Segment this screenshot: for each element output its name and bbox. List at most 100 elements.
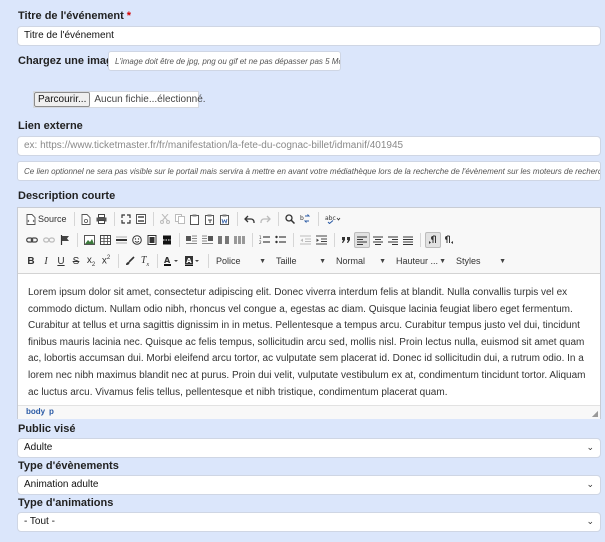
strike-button[interactable]: S [69,253,83,269]
page-break-button[interactable] [160,232,174,248]
maximize-button[interactable] [119,211,133,227]
strike-icon: S [72,255,80,267]
undo-button[interactable] [242,211,257,227]
print-button[interactable] [94,211,109,227]
editor-content[interactable]: Lorem ipsum dolor sit amet, consectetur … [28,285,593,401]
path-body[interactable]: body [26,407,45,416]
rich-text-editor: Source b abc 1 2 B I U S x2 x2 Tx A A Po… [17,207,601,419]
ltr-icon [429,235,436,244]
size-combo[interactable]: Taille ▼ [273,254,329,269]
file-status: Aucun fichie...électionné. [94,94,206,105]
browse-button[interactable]: Parcourir... [34,92,91,107]
bg-color-icon: A [185,256,199,266]
source-button[interactable]: Source [24,211,69,227]
table-button[interactable] [98,232,113,248]
block-columns-button[interactable] [232,232,247,248]
font-combo[interactable]: Police ▼ [213,254,269,269]
link-button[interactable] [24,232,40,248]
indent-button[interactable] [314,232,329,248]
align-right-icon [388,235,398,245]
cut-icon [159,214,170,224]
ltr-button[interactable] [425,232,441,248]
block-center-button[interactable] [216,232,231,248]
numbered-list-button[interactable]: 12 [257,232,272,248]
find-button[interactable] [283,211,297,227]
replace-button[interactable]: b [298,211,313,227]
bold-button[interactable]: B [24,253,38,269]
justify-icon [403,235,413,245]
horizontal-rule-button[interactable] [114,232,129,248]
image-button[interactable] [82,232,97,248]
preview-icon [81,213,90,225]
rtl-button[interactable] [442,232,456,248]
chevron-down-icon: ⌄ [586,442,594,452]
bg-color-button[interactable]: A [183,253,203,269]
link-input[interactable]: ex: https://www.ticketmaster.fr/fr/manif… [17,136,601,156]
required-mark: * [126,10,132,22]
text-color-button[interactable]: A [162,253,182,269]
block-left-button[interactable] [184,232,199,248]
underline-button[interactable]: U [54,253,68,269]
animation-type-select[interactable]: - Tout - ⌄ [17,512,601,532]
block-right-button[interactable] [200,232,215,248]
superscript-button[interactable]: x2 [99,253,113,269]
align-center-button[interactable] [371,232,385,248]
outdent-button[interactable] [298,232,313,248]
copy-format-button[interactable] [123,253,137,269]
toolbar-separator [277,212,279,226]
styles-combo[interactable]: Styles ▼ [453,254,509,269]
editor-toolbar: Source b abc 1 2 B I U S x2 x2 Tx A A Po… [18,208,600,274]
bulleted-list-button[interactable] [273,232,288,248]
justify-button[interactable] [401,232,415,248]
special-char-button[interactable] [145,232,159,248]
chevron-down-icon: ⌄ [586,479,594,489]
resize-handle-icon[interactable]: ◢ [592,409,598,418]
paste-button[interactable] [188,211,202,227]
show-blocks-button[interactable] [134,211,148,227]
public-select[interactable]: Adulte ⌄ [17,438,601,458]
blockquote-button[interactable] [339,232,353,248]
toolbar-separator [73,212,75,226]
preview-button[interactable] [79,211,93,227]
anchor-button[interactable] [58,232,72,248]
smiley-button[interactable] [130,232,144,248]
title-input[interactable]: Titre de l'événement [17,26,601,46]
indent-icon [316,235,327,245]
toolbar-separator [118,254,119,268]
align-left-icon [357,235,367,245]
editor-path-bar: body p ◢ [18,405,600,419]
event-type-select[interactable]: Animation adulte ⌄ [17,475,601,495]
italic-icon: I [44,255,48,267]
desc-label: Description courte [18,190,116,202]
align-right-button[interactable] [386,232,400,248]
cut-button[interactable] [158,211,172,227]
spellcheck-button[interactable]: abc [323,211,343,227]
italic-button[interactable]: I [39,253,53,269]
text-color-icon: A [164,256,178,266]
paste-text-button[interactable] [203,211,217,227]
align-left-button[interactable] [354,232,370,248]
unlink-button[interactable] [41,232,57,248]
format-combo[interactable]: Normal ▼ [333,254,389,269]
line-height-combo[interactable]: Hauteur ... ▼ [393,254,449,269]
paste-icon [189,214,199,225]
smiley-icon [132,235,142,245]
path-p[interactable]: p [49,407,54,416]
omega-icon [147,235,157,245]
chevron-down-icon: ▼ [259,257,266,265]
toolbar-separator [293,233,294,247]
copy-button[interactable] [173,211,187,227]
redo-button[interactable] [258,211,273,227]
paste-word-button[interactable] [218,211,232,227]
superscript-icon: x2 [101,255,111,267]
chevron-down-icon: ⌄ [586,516,594,526]
toolbar-separator [334,233,335,247]
image-icon [84,235,95,245]
svg-text:2: 2 [259,240,262,245]
subscript-button[interactable]: x2 [84,253,98,269]
numbered-list-icon: 12 [259,235,270,245]
redo-icon [259,215,271,223]
svg-text:A: A [164,256,171,265]
unlink-icon [43,237,55,243]
remove-format-button[interactable]: Tx [138,253,152,269]
